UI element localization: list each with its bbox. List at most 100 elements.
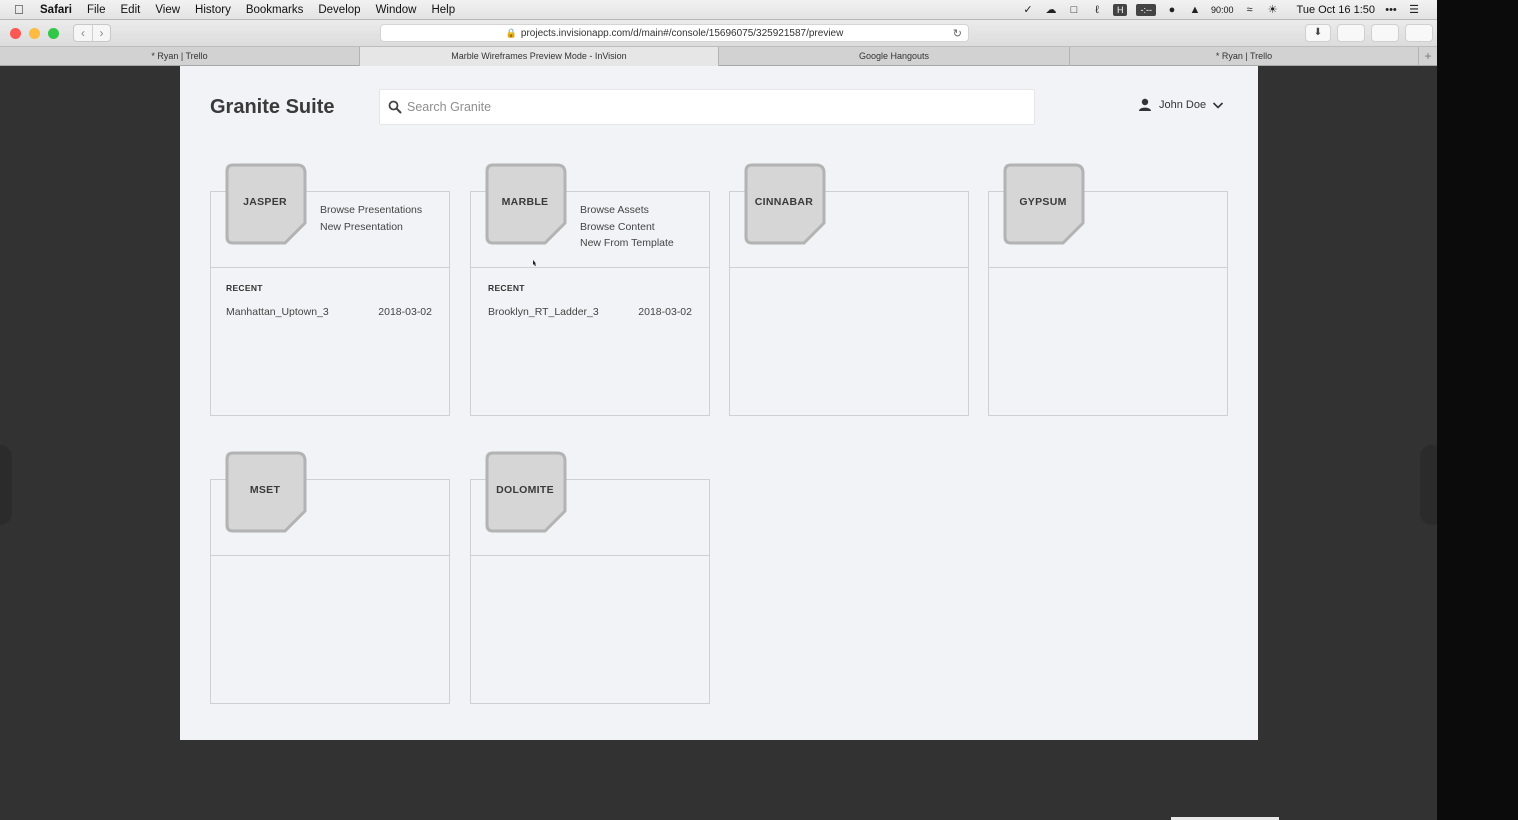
app-tile-label: CINNABAR [754, 196, 814, 208]
browse-assets-link[interactable]: Browse Assets [580, 202, 674, 219]
window-icon[interactable]: □ [1067, 4, 1081, 16]
recent-item[interactable]: Manhattan_Uptown_3 2018-03-02 [226, 306, 432, 318]
forward-arrow-icon[interactable]: › [92, 25, 110, 41]
url-text: projects.invisionapp.com/d/main#/console… [520, 27, 844, 39]
menu-bookmarks[interactable]: Bookmarks [246, 4, 304, 16]
recent-item-name: Manhattan_Uptown_3 [226, 306, 329, 318]
menu-view[interactable]: View [155, 4, 180, 16]
recent-item-name: Brooklyn_RT_Ladder_3 [488, 306, 599, 318]
app-tile-label: JASPER [243, 196, 287, 208]
minimize-window-icon[interactable] [29, 27, 40, 39]
app-card-gypsum: GYPSUM [988, 163, 1228, 416]
app-tile-dolomite[interactable]: DOLOMITE [485, 451, 567, 533]
right-black-margin [1437, 0, 1518, 820]
tab-invision-preview[interactable]: Marble Wireframes Preview Mode - InVisio… [360, 47, 719, 66]
browser-toolbar: ‹ › 🔒 projects.invisionapp.com/d/main#/c… [0, 20, 1437, 46]
lock-icon: 🔒 [505, 27, 517, 38]
app-tile-label: MSET [249, 484, 281, 496]
more-icon[interactable]: ••• [1384, 4, 1398, 16]
script-icon[interactable]: ℓ [1090, 4, 1104, 16]
left-edge-shadow [0, 445, 12, 525]
recent-heading: RECENT [488, 283, 525, 293]
app-tile-label: DOLOMITE [496, 484, 554, 496]
tabs-overview-icon[interactable] [1371, 24, 1399, 42]
creative-cloud-icon[interactable]: ● [1165, 4, 1179, 16]
menu-history[interactable]: History [195, 4, 231, 16]
page-title: Granite Suite [210, 96, 335, 118]
menu-develop[interactable]: Develop [318, 4, 360, 16]
share-icon[interactable] [1337, 24, 1365, 42]
menu-file[interactable]: File [87, 4, 106, 16]
history-nav: ‹ › [73, 24, 111, 42]
notification-list-icon[interactable]: ☰ [1407, 4, 1421, 16]
app-card-cinnabar: CINNABAR [729, 163, 969, 416]
back-arrow-icon[interactable]: ‹ [74, 25, 92, 41]
new-tab-icon[interactable]: + [1419, 47, 1437, 66]
card-divider [989, 267, 1227, 268]
new-from-template-link[interactable]: New From Template [580, 235, 674, 252]
apple-menu-icon[interactable]:  [14, 2, 28, 17]
search-icon [388, 100, 402, 114]
app-tile-label: GYPSUM [1019, 196, 1067, 208]
browse-presentations-link[interactable]: Browse Presentations [320, 202, 422, 219]
search-placeholder: Search Granite [407, 100, 492, 114]
recent-item-date: 2018-03-02 [378, 306, 432, 318]
search-input[interactable]: Search Granite [379, 89, 1035, 125]
recent-item-date: 2018-03-02 [638, 306, 692, 318]
app-links-jasper: Browse Presentations New Presentation [320, 202, 422, 235]
card-divider [211, 267, 449, 268]
card-divider [730, 267, 968, 268]
recent-item[interactable]: Brooklyn_RT_Ladder_3 2018-03-02 [488, 306, 692, 318]
menu-help[interactable]: Help [431, 4, 455, 16]
user-name: John Doe [1159, 99, 1207, 111]
app-card-marble: MARBLE Browse Assets Browse Content New … [470, 163, 710, 416]
browse-content-link[interactable]: Browse Content [580, 219, 674, 236]
address-bar[interactable]: 🔒 projects.invisionapp.com/d/main#/conso… [380, 24, 969, 42]
reload-icon[interactable]: ↻ [953, 27, 962, 40]
drive-icon[interactable]: ▲ [1188, 4, 1202, 16]
cloud-icon[interactable]: ☁ [1044, 4, 1058, 16]
tab-trello-1[interactable]: * Ryan | Trello [0, 47, 360, 66]
app-tile-jasper[interactable]: JASPER [225, 163, 307, 245]
app-tile-marble[interactable]: MARBLE [485, 163, 567, 245]
menu-edit[interactable]: Edit [121, 4, 141, 16]
bluetooth-icon[interactable]: ☀ [1266, 4, 1280, 16]
close-window-icon[interactable] [10, 27, 21, 39]
app-tile-cinnabar[interactable]: CINNABAR [744, 163, 826, 245]
sidebar-icon[interactable] [1405, 24, 1433, 42]
tab-bar: * Ryan | Trello Marble Wireframes Previe… [0, 46, 1437, 66]
vpn-icon[interactable]: ✓ [1021, 4, 1035, 16]
app-tile-label: MARBLE [501, 196, 549, 208]
menu-window[interactable]: Window [376, 4, 417, 16]
app-links-marble: Browse Assets Browse Content New From Te… [580, 202, 674, 252]
tab-google-hangouts[interactable]: Google Hangouts [719, 47, 1070, 66]
user-menu[interactable]: John Doe [1138, 98, 1224, 112]
prototype-page: Granite Suite Search Granite John Doe JA… [180, 66, 1258, 740]
battery-time[interactable]: 90:00 [1211, 5, 1234, 15]
tab-trello-2[interactable]: * Ryan | Trello [1070, 47, 1419, 66]
card-divider [471, 267, 709, 268]
app-card-dolomite: DOLOMITE [470, 451, 710, 704]
macos-menu-bar:  Safari File Edit View History Bookmark… [0, 0, 1437, 20]
recent-heading: RECENT [226, 283, 263, 293]
mouse-cursor-icon [533, 260, 536, 266]
clock[interactable]: Tue Oct 16 1:50 [1297, 4, 1375, 16]
downloads-icon[interactable]: ⬇ [1305, 24, 1331, 42]
h-badge[interactable]: H [1112, 3, 1128, 16]
fullscreen-window-icon[interactable] [48, 27, 59, 39]
menu-status-area: ✓ ☁ □ ℓ H -:-- ● ▲ 90:00 ≈ ☀ Tue Oct 16 … [1021, 3, 1437, 16]
app-card-mset: MSET [210, 451, 450, 704]
card-divider [471, 555, 709, 556]
app-tile-mset[interactable]: MSET [225, 451, 307, 533]
app-tile-gypsum[interactable]: GYPSUM [1003, 163, 1085, 245]
chevron-down-icon [1213, 102, 1224, 109]
right-edge-shadow [1420, 445, 1437, 525]
timer-badge[interactable]: -:-- [1136, 3, 1156, 16]
screen-recording-frame:  Safari File Edit View History Bookmark… [0, 0, 1437, 820]
menu-app-safari[interactable]: Safari [40, 4, 72, 16]
wifi-icon[interactable]: ≈ [1243, 4, 1257, 16]
card-divider [211, 555, 449, 556]
app-card-jasper: JASPER Browse Presentations New Presenta… [210, 163, 450, 416]
user-icon [1139, 98, 1151, 111]
new-presentation-link[interactable]: New Presentation [320, 219, 422, 236]
